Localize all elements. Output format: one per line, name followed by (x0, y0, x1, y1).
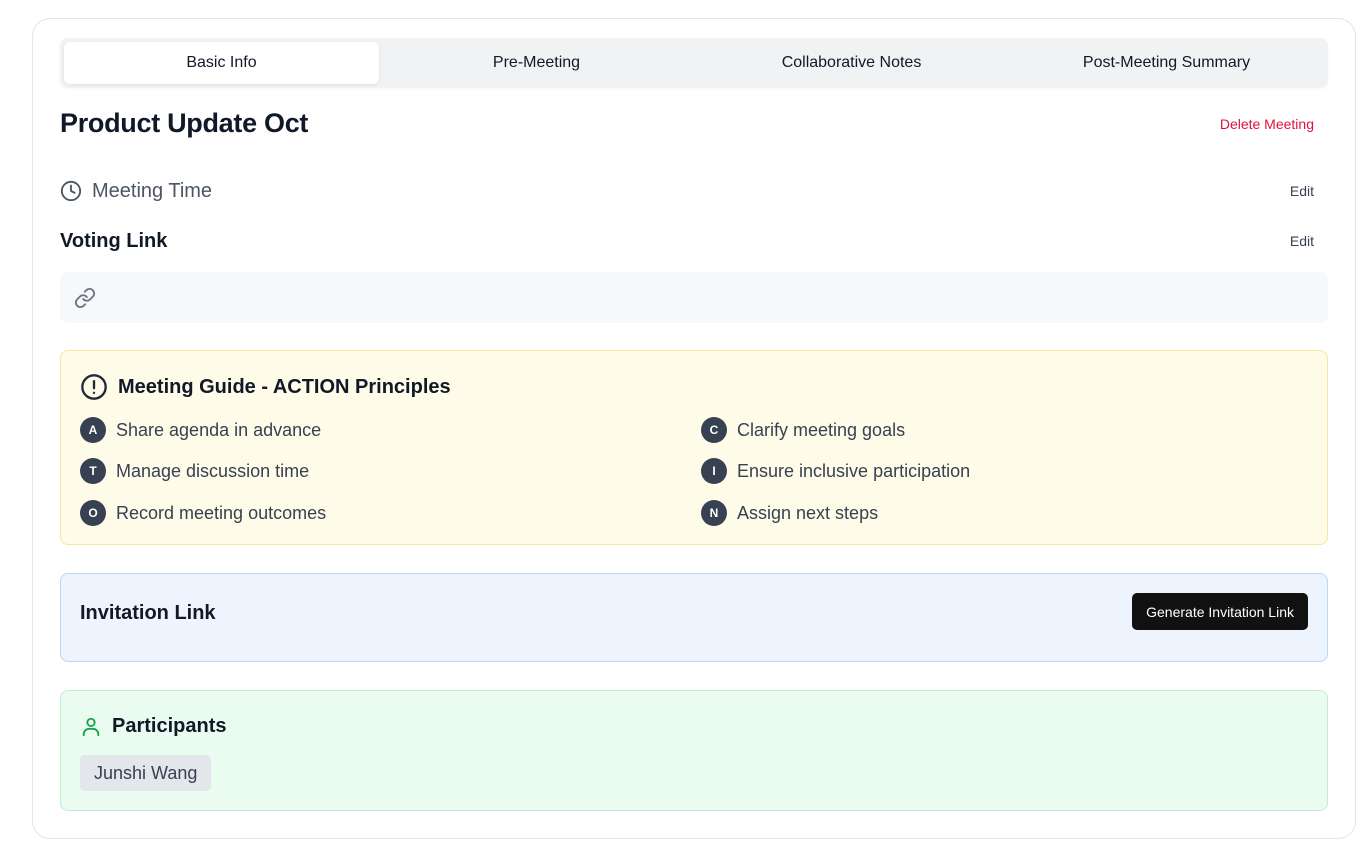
tab-basic-info[interactable]: Basic Info (64, 42, 379, 84)
principle-item: I Ensure inclusive participation (701, 458, 970, 484)
principle-item: N Assign next steps (701, 500, 878, 526)
principle-text: Assign next steps (737, 502, 879, 523)
participants-panel: Participants Junshi Wang (60, 690, 1328, 811)
link-icon (74, 287, 96, 309)
voting-link-field[interactable] (60, 272, 1328, 323)
principle-letter-badge: O (80, 500, 106, 526)
principle-letter-badge: I (701, 458, 727, 484)
participant-chip: Junshi Wang (80, 755, 212, 791)
meeting-time-row: Meeting Time Edit (60, 176, 1328, 206)
delete-meeting-button[interactable]: Delete Meeting (1220, 116, 1314, 132)
alert-circle-icon (80, 373, 108, 401)
principle-item: C Clarify meeting goals (701, 417, 905, 443)
edit-meeting-time-button[interactable]: Edit (1290, 183, 1314, 199)
participants-title: Participants (112, 715, 227, 737)
tab-post-meeting-summary[interactable]: Post-Meeting Summary (1009, 42, 1324, 84)
principle-text: Share agenda in advance (116, 419, 322, 440)
meeting-guide-panel: Meeting Guide - ACTION Principles A Shar… (60, 350, 1328, 545)
tab-collaborative-notes[interactable]: Collaborative Notes (694, 42, 1009, 84)
principle-item: O Record meeting outcomes (80, 500, 326, 526)
tab-pre-meeting[interactable]: Pre-Meeting (379, 42, 694, 84)
invitation-link-title: Invitation Link (80, 602, 216, 624)
voting-link-row: Voting Link Edit (60, 226, 1328, 256)
principle-text: Record meeting outcomes (116, 502, 327, 523)
edit-voting-link-button[interactable]: Edit (1290, 233, 1314, 249)
user-icon (80, 716, 102, 738)
principle-text: Manage discussion time (116, 460, 310, 481)
principle-item: T Manage discussion time (80, 458, 309, 484)
principle-text: Ensure inclusive participation (737, 460, 971, 481)
principle-item: A Share agenda in advance (80, 417, 321, 443)
tab-bar: Basic Info Pre-Meeting Collaborative Not… (60, 38, 1328, 88)
principle-letter-badge: C (701, 417, 727, 443)
principle-letter-badge: N (701, 500, 727, 526)
clock-icon (60, 180, 82, 202)
generate-invitation-link-button[interactable]: Generate Invitation Link (1132, 593, 1308, 630)
principle-text: Clarify meeting goals (737, 419, 906, 440)
meeting-time-label: Meeting Time (92, 179, 213, 202)
principle-letter-badge: T (80, 458, 106, 484)
page-title: Product Update Oct (60, 108, 309, 138)
voting-link-label: Voting Link (60, 229, 168, 252)
invitation-link-panel: Invitation Link Generate Invitation Link (60, 573, 1328, 662)
meeting-guide-title: Meeting Guide - ACTION Principles (118, 375, 451, 398)
principle-letter-badge: A (80, 417, 106, 443)
